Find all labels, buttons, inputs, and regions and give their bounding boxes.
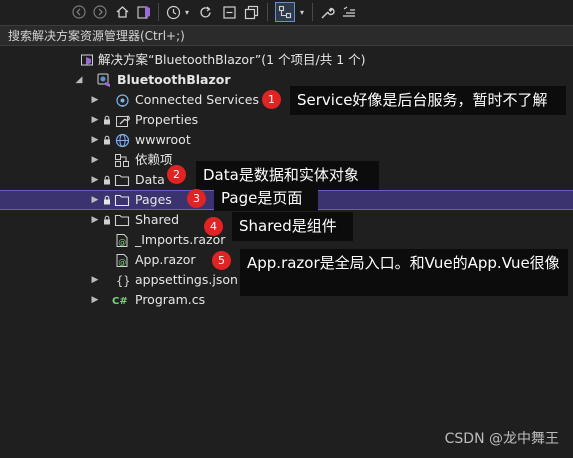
tree-item-label: Program.cs	[135, 292, 206, 307]
tree-item-label: App.razor	[135, 252, 196, 267]
show-all-icon[interactable]	[275, 2, 295, 22]
csharp-file-icon: C#	[112, 292, 132, 308]
lock-icon	[102, 191, 112, 209]
collapsed-arrow-icon[interactable]: ▶	[90, 150, 100, 170]
lock-icon	[102, 130, 112, 150]
collapsed-arrow-icon[interactable]: ▶	[90, 290, 100, 310]
collapsed-arrow-icon[interactable]: ▶	[90, 110, 100, 130]
vs-switch-icon[interactable]	[134, 2, 154, 22]
preview-icon[interactable]	[340, 2, 358, 22]
forward-icon[interactable]	[91, 2, 109, 22]
tree-row-solution[interactable]: 解决方案“BluetoothBlazor”(1 个项目/共 1 个)	[0, 50, 573, 70]
json-file-icon: {}	[114, 272, 130, 288]
toolbar: ▾ ▾	[0, 0, 573, 24]
collapse-all-icon[interactable]	[220, 2, 238, 22]
annotation-badge: 5	[212, 251, 231, 270]
collapsed-arrow-icon[interactable]: ▶	[90, 90, 100, 110]
tree-item-label: Properties	[135, 112, 199, 127]
svg-text:C#: C#	[112, 296, 128, 307]
annotation-badge: 4	[204, 217, 223, 236]
wrench-icon[interactable]	[318, 2, 336, 22]
dropdown-icon[interactable]: ▾	[182, 2, 192, 22]
solution-icon	[79, 52, 95, 68]
expanded-arrow-icon[interactable]: ◢	[74, 70, 84, 90]
lock-icon	[102, 210, 112, 230]
annotation-note: Shared是组件	[232, 212, 353, 241]
svg-text:@: @	[118, 257, 126, 266]
globe-icon	[114, 132, 130, 148]
svg-text:@: @	[118, 237, 126, 246]
folder-icon	[114, 192, 130, 208]
solution-label: 解决方案“BluetoothBlazor”(1 个项目/共 1 个)	[98, 52, 366, 67]
tree-item-label: wwwroot	[135, 132, 191, 147]
home-icon[interactable]	[113, 2, 131, 22]
search-input[interactable]	[8, 27, 568, 45]
annotation-badge: 1	[262, 90, 281, 109]
connected-services-icon	[114, 92, 130, 108]
copy-icon[interactable]	[242, 2, 260, 22]
annotation-badge: 3	[187, 189, 206, 208]
annotation-badge: 2	[167, 165, 186, 184]
folder-icon	[114, 172, 130, 188]
tree-item-label: Connected Services	[135, 92, 259, 107]
annotation-note: Service好像是后台服务，暂时不了解	[290, 86, 566, 115]
collapsed-arrow-icon[interactable]: ▶	[90, 270, 100, 290]
tree-item-label: Data	[135, 172, 165, 187]
tree-item-label: Pages	[135, 192, 172, 207]
annotation-note: Data是数据和实体对象	[196, 161, 379, 190]
collapsed-arrow-icon[interactable]: ▶	[90, 170, 100, 190]
dropdown-icon[interactable]: ▾	[297, 2, 307, 22]
dependencies-icon	[114, 152, 130, 168]
annotation-note: App.razor是全局入口。和Vue的App.Vue很像	[240, 249, 568, 296]
refresh-icon[interactable]	[196, 2, 214, 22]
lock-icon	[102, 170, 112, 190]
project-icon	[96, 72, 112, 88]
razor-file-icon: @	[114, 252, 130, 268]
collapsed-arrow-icon[interactable]: ▶	[90, 130, 100, 150]
tree-row-wwwroot[interactable]: ▶ wwwroot	[0, 130, 573, 150]
project-label: BluetoothBlazor	[117, 72, 231, 87]
tree-item-label: 依赖项	[135, 152, 173, 167]
tree-item-label: Shared	[135, 212, 180, 227]
collapsed-arrow-icon[interactable]: ▶	[90, 210, 100, 230]
tree-item-label: appsettings.json	[135, 272, 238, 287]
back-icon[interactable]	[70, 2, 88, 22]
search-bar	[0, 25, 573, 46]
wrench-icon	[114, 112, 130, 128]
razor-file-icon: @	[114, 232, 130, 248]
collapsed-arrow-icon[interactable]: ▶	[90, 191, 100, 209]
svg-text:{}: {}	[116, 274, 129, 288]
folder-icon	[114, 212, 130, 228]
history-icon[interactable]	[164, 2, 182, 22]
annotation-note: Page是页面	[214, 187, 318, 211]
lock-icon	[102, 110, 112, 130]
watermark: CSDN @龙中舞王	[444, 431, 559, 447]
